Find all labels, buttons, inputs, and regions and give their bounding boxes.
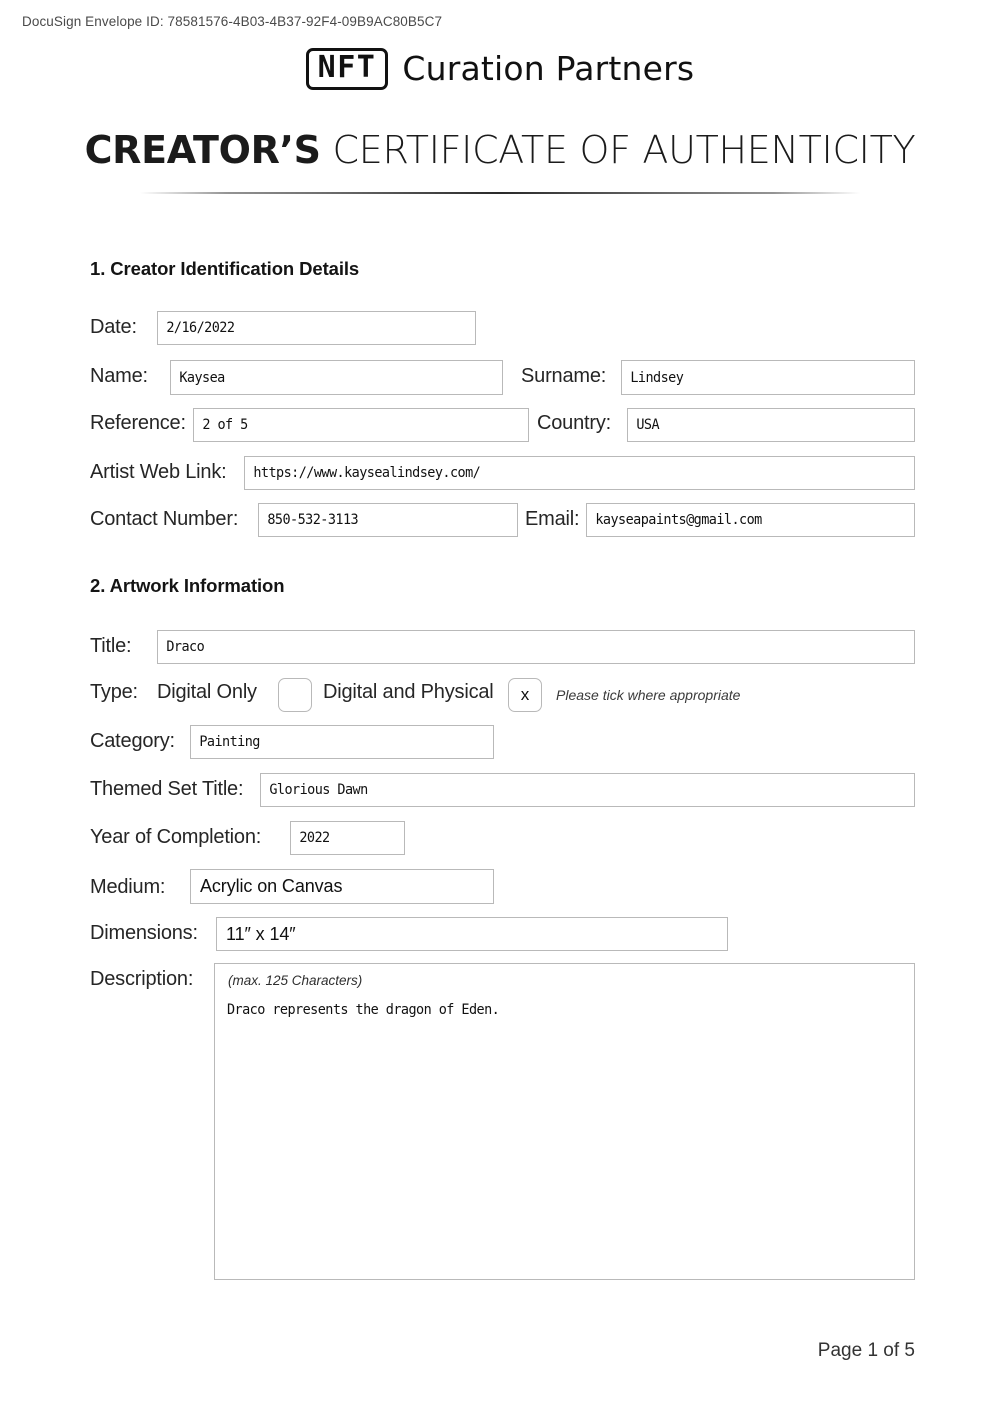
dimensions-value: 11″ x 14″ [226, 923, 296, 944]
artist-web-link-value: https://www.kaysealindsey.com/ [253, 465, 481, 481]
type-hint: Please tick where appropriate [556, 687, 741, 703]
description-hint: (max. 125 Characters) [228, 973, 363, 988]
name-field[interactable]: Kaysea [170, 360, 503, 395]
artist-web-link-field[interactable]: https://www.kaysealindsey.com/ [244, 456, 915, 490]
date-label: Date: [90, 316, 137, 338]
dimensions-label: Dimensions: [90, 922, 198, 944]
category-label: Category: [90, 730, 175, 752]
artwork-title-label: Title: [90, 635, 132, 657]
checkbox-digital-and-physical[interactable]: x [508, 678, 542, 712]
medium-label: Medium: [90, 876, 166, 898]
artwork-title-value: Draco [166, 639, 205, 655]
date-field[interactable]: 2/16/2022 [157, 311, 476, 345]
name-label: Name: [90, 365, 148, 387]
nft-badge-icon: NFT [305, 48, 389, 90]
year-of-completion-value: 2022 [299, 830, 330, 846]
name-value: Kaysea [179, 369, 225, 386]
artist-web-link-label: Artist Web Link: [90, 461, 227, 483]
themed-set-title-field[interactable]: Glorious Dawn [260, 773, 915, 807]
description-label: Description: [90, 968, 194, 990]
country-value: USA [636, 417, 660, 433]
country-label: Country: [537, 412, 611, 434]
checkbox-digital-only[interactable] [278, 678, 312, 712]
themed-set-title-label: Themed Set Title: [90, 778, 244, 800]
dimensions-field[interactable]: 11″ x 14″ [216, 917, 728, 951]
medium-value: Acrylic on Canvas [200, 876, 343, 896]
artwork-title-field[interactable]: Draco [157, 630, 915, 664]
year-of-completion-label: Year of Completion: [90, 826, 262, 848]
reference-value: 2 of 5 [202, 417, 248, 433]
page-title: CREATOR’S CERTIFICATE OF AUTHENTICITY [0, 128, 1000, 172]
email-label: Email: [525, 508, 580, 530]
reference-field[interactable]: 2 of 5 [193, 408, 529, 442]
themed-set-title-value: Glorious Dawn [269, 782, 368, 798]
email-value: kayseapaints@gmail.com [595, 512, 762, 528]
contact-number-field[interactable]: 850-532-3113 [258, 503, 518, 537]
medium-field[interactable]: Acrylic on Canvas [190, 869, 494, 904]
category-value: Painting [199, 734, 260, 750]
section-heading-creator: 1. Creator Identification Details [90, 258, 360, 279]
category-field[interactable]: Painting [190, 725, 494, 759]
surname-value: Lindsey [630, 369, 684, 386]
email-field[interactable]: kayseapaints@gmail.com [586, 503, 915, 537]
year-of-completion-field[interactable]: 2022 [290, 821, 405, 855]
brand-logo: NFT Curation Partners [0, 48, 1000, 90]
title-divider [140, 192, 860, 194]
country-field[interactable]: USA [627, 408, 915, 442]
docusign-envelope-id: DocuSign Envelope ID: 78581576-4B03-4B37… [22, 14, 443, 29]
contact-number-value: 850-532-3113 [267, 512, 359, 528]
type-option-digital-physical-label: Digital and Physical [323, 681, 494, 703]
certificate-page: DocuSign Envelope ID: 78581576-4B03-4B37… [0, 0, 1000, 1414]
description-value: Draco represents the dragon of Eden. [227, 1002, 500, 1018]
surname-label: Surname: [521, 365, 607, 387]
description-field[interactable]: (max. 125 Characters) Draco represents t… [214, 963, 915, 1280]
date-value: 2/16/2022 [166, 320, 235, 336]
reference-label: Reference: [90, 412, 186, 434]
page-indicator: Page 1 of 5 [817, 1340, 915, 1361]
page-title-rest: CERTIFICATE OF AUTHENTICITY [320, 128, 916, 172]
type-label: Type: [90, 681, 138, 703]
type-option-digital-only-label: Digital Only [157, 681, 257, 703]
brand-wordmark: Curation Partners [402, 49, 695, 89]
surname-field[interactable]: Lindsey [621, 360, 915, 395]
section-heading-artwork: 2. Artwork Information [90, 575, 285, 596]
contact-number-label: Contact Number: [90, 508, 239, 530]
page-title-emphasis: CREATOR’S [84, 128, 321, 172]
